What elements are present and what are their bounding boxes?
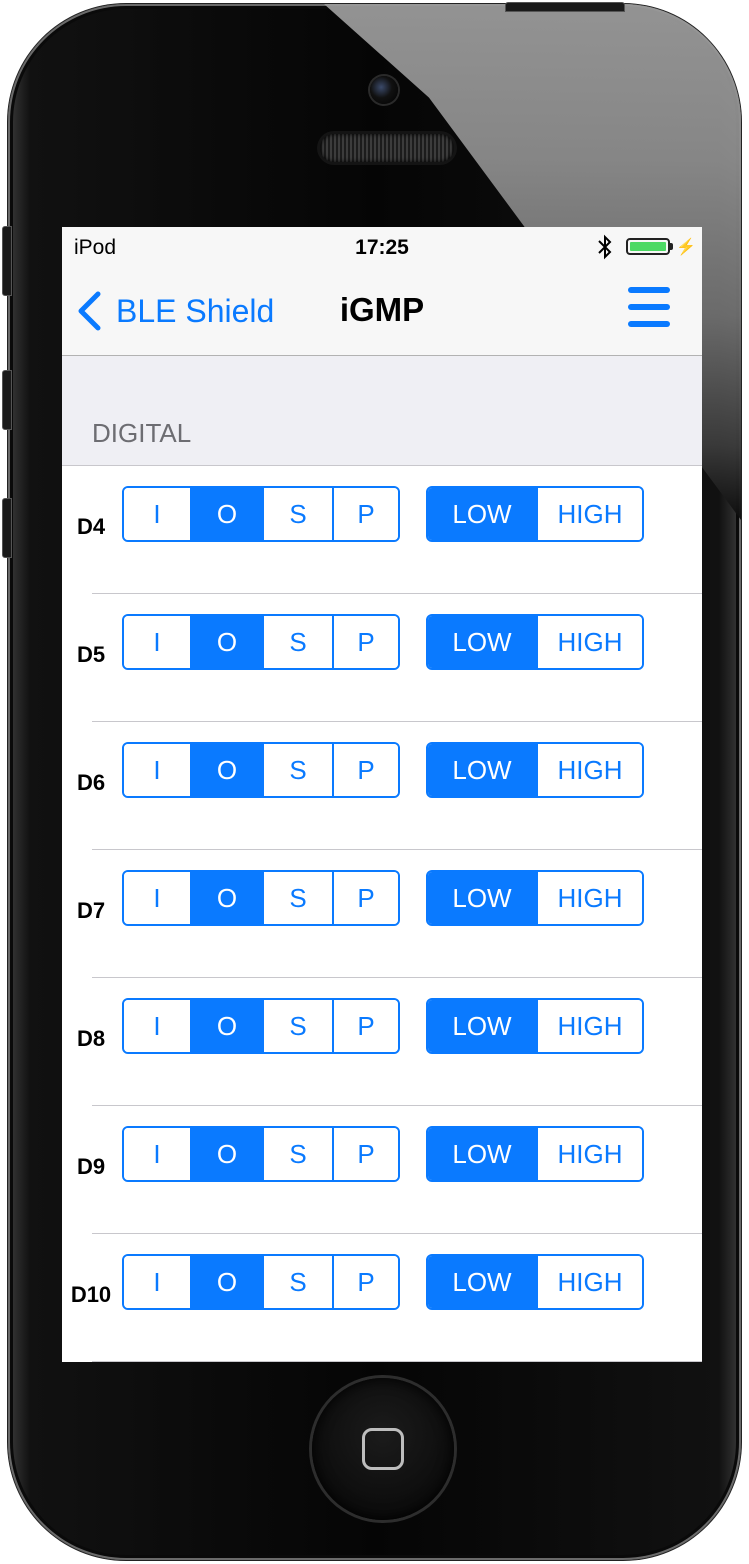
pin-label: D9 [76,1154,106,1179]
state-option-high[interactable]: HIGH [538,616,642,668]
mode-option-p[interactable]: P [334,872,398,924]
section-header: DIGITAL [62,356,702,466]
mode-option-p[interactable]: P [334,1128,398,1180]
page-title: iGMP [339,291,425,328]
state-option-low[interactable]: LOW [428,1256,538,1308]
battery-tip [670,243,673,250]
state-option-low[interactable]: LOW [428,872,538,924]
pin-label: D4 [76,514,106,539]
pin-state-segmented-control: LOW HIGH [426,998,644,1054]
pin-state-segmented-control: LOW HIGH [426,1126,644,1182]
pin-list: D4 I O S P LOW HIGH D5 I O S P LOW HIGH D6 I O S P LOW HIGH D… [62,466,702,1362]
pin-state-segmented-control: LOW HIGH [426,486,644,542]
mode-option-p[interactable]: P [334,488,398,540]
pin-label: D7 [76,898,106,923]
mode-option-p[interactable]: P [334,1000,398,1052]
mode-option-o[interactable]: O [192,744,264,796]
pin-state-segmented-control: LOW HIGH [426,614,644,670]
pin-mode-segmented-control: IOSP [122,998,400,1054]
pin-row: D4 I O S P LOW HIGH [77,466,702,594]
volume-up-button[interactable] [2,370,12,430]
mode-option-p[interactable]: P [334,744,398,796]
mode-option-s[interactable]: S [264,488,334,540]
mode-option-i[interactable]: I [124,1000,192,1052]
state-option-low[interactable]: LOW [428,616,538,668]
battery-icon [626,238,670,255]
home-button[interactable] [312,1378,454,1520]
charging-bolt-icon: ⚡ [676,239,696,256]
pin-label: D10 [70,1282,112,1307]
mode-option-o[interactable]: O [192,1000,264,1052]
pin-row: D6 I O S P LOW HIGH [77,722,702,850]
state-option-low[interactable]: LOW [428,1128,538,1180]
earpiece-speaker-icon [320,134,454,162]
power-button[interactable] [505,2,625,12]
app-screen: iPod 17:25 ⚡ BLE Shield iGMP DIGITAL D4 I… [62,227,702,1362]
pin-row: D8 I O S P LOW HIGH [77,978,702,1106]
pin-mode-segmented-control: IOSP [122,1254,400,1310]
state-option-high[interactable]: HIGH [538,488,642,540]
pin-label: D5 [76,642,106,667]
state-option-low[interactable]: LOW [428,488,538,540]
pin-mode-segmented-control: IOSP [122,486,400,542]
mode-option-s[interactable]: S [264,872,334,924]
state-option-high[interactable]: HIGH [538,1256,642,1308]
mute-switch[interactable] [2,226,12,296]
mode-option-p[interactable]: P [334,616,398,668]
pin-state-segmented-control: LOW HIGH [426,870,644,926]
pin-mode-segmented-control: IOSP [122,1126,400,1182]
state-option-low[interactable]: LOW [428,1000,538,1052]
pin-label: D8 [76,1026,106,1051]
state-option-high[interactable]: HIGH [538,1128,642,1180]
pin-row: D9 I O S P LOW HIGH [77,1106,702,1234]
hamburger-menu-icon[interactable] [628,287,670,331]
mode-option-i[interactable]: I [124,1256,192,1308]
mode-option-i[interactable]: I [124,488,192,540]
volume-down-button[interactable] [2,498,12,558]
bluetooth-icon [598,234,612,260]
mode-option-o[interactable]: O [192,1128,264,1180]
mode-option-s[interactable]: S [264,744,334,796]
mode-option-o[interactable]: O [192,1256,264,1308]
mode-option-s[interactable]: S [264,616,334,668]
status-bar: iPod 17:25 ⚡ [62,227,702,269]
mode-option-s[interactable]: S [264,1128,334,1180]
pin-row: D7 I O S P LOW HIGH [77,850,702,978]
pin-row: D10 I O S P LOW HIGH [71,1234,702,1362]
section-header-label: DIGITAL [92,418,192,448]
pin-mode-segmented-control: IOSP [122,742,400,798]
mode-option-s[interactable]: S [264,1000,334,1052]
state-option-high[interactable]: HIGH [538,744,642,796]
mode-option-o[interactable]: O [192,872,264,924]
mode-option-i[interactable]: I [124,1128,192,1180]
pin-label: D6 [76,770,106,795]
mode-option-o[interactable]: O [192,616,264,668]
pin-state-segmented-control: LOW HIGH [426,1254,644,1310]
state-option-high[interactable]: HIGH [538,1000,642,1052]
pin-mode-segmented-control: IOSP [122,614,400,670]
mode-option-s[interactable]: S [264,1256,334,1308]
mode-option-i[interactable]: I [124,616,192,668]
pin-row: D5 I O S P LOW HIGH [77,594,702,722]
pin-state-segmented-control: LOW HIGH [426,742,644,798]
mode-option-i[interactable]: I [124,872,192,924]
state-option-high[interactable]: HIGH [538,872,642,924]
mode-option-o[interactable]: O [192,488,264,540]
home-square-icon [362,1428,404,1470]
navigation-bar: BLE Shield iGMP [62,269,702,356]
pin-mode-segmented-control: IOSP [122,870,400,926]
mode-option-p[interactable]: P [334,1256,398,1308]
state-option-low[interactable]: LOW [428,744,538,796]
front-camera-icon [370,76,398,104]
mode-option-i[interactable]: I [124,744,192,796]
